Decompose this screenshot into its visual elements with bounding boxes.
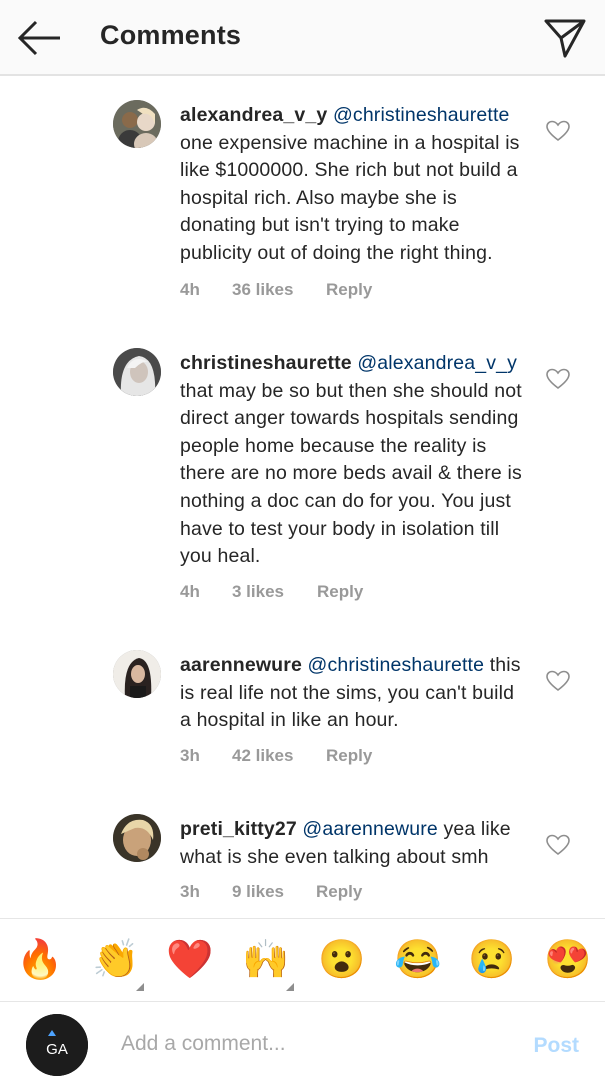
surprised-face-emoji-button[interactable]: 😮 — [318, 937, 365, 983]
user-photo — [113, 100, 161, 148]
avatar[interactable] — [113, 100, 161, 148]
current-user-avatar: GA — [26, 1014, 88, 1076]
comment-body: that may be so but then she should not d… — [180, 379, 522, 568]
tears-of-joy-emoji-button[interactable]: 😂 — [394, 937, 441, 983]
avatar[interactable] — [113, 348, 161, 396]
svg-text:GA: GA — [46, 1041, 68, 1058]
fire-emoji-button[interactable]: 🔥 — [16, 937, 63, 983]
skin-tone-indicator-icon — [286, 983, 294, 991]
comment-mention[interactable]: @christineshaurette — [308, 654, 485, 676]
comment-mention[interactable]: @aarennewure — [302, 818, 437, 840]
red-heart-emoji-button[interactable]: ❤️ — [166, 937, 213, 983]
user-photo — [113, 348, 161, 396]
comment-username[interactable]: alexandrea_v_y — [180, 104, 327, 126]
user-photo — [113, 650, 161, 698]
comment-time: 4h — [180, 280, 200, 299]
post-button[interactable]: Post — [533, 1034, 579, 1058]
comment-likes[interactable]: 36 likes — [232, 280, 293, 300]
comment-mention[interactable]: @christineshaurette — [333, 104, 510, 126]
reply-button[interactable]: Reply — [326, 746, 372, 766]
emoji-reaction-bar: 🔥 👏 ❤️ 🙌 😮 😂 😢 😍 — [0, 918, 605, 1002]
comment-likes[interactable]: 9 likes — [232, 882, 284, 902]
ga-logo-icon: GA — [26, 1014, 88, 1076]
comment-time: 3h — [180, 746, 200, 765]
avatar[interactable] — [113, 814, 161, 862]
skin-tone-indicator-icon — [136, 983, 144, 991]
back-button[interactable] — [16, 18, 64, 58]
paper-plane-icon — [544, 19, 586, 58]
top-bar: Comments — [0, 0, 605, 76]
comment-body: one expensive machine in a hospital is l… — [180, 131, 520, 264]
like-heart-icon[interactable] — [546, 834, 570, 856]
reply-button[interactable]: Reply — [317, 582, 363, 602]
avatar[interactable] — [113, 650, 161, 698]
like-heart-icon[interactable] — [546, 670, 570, 692]
raising-hands-emoji-button[interactable]: 🙌 — [242, 937, 289, 983]
comment-input[interactable]: Add a comment... — [121, 1032, 286, 1056]
comment-likes[interactable]: 3 likes — [232, 582, 284, 602]
reply-button[interactable]: Reply — [316, 882, 362, 902]
comment-time: 4h — [180, 582, 200, 601]
comment-username[interactable]: aarennewure — [180, 654, 302, 676]
direct-message-button[interactable] — [543, 16, 587, 60]
user-photo — [113, 814, 161, 862]
back-arrow-icon — [17, 20, 60, 56]
comment-username[interactable]: christineshaurette — [180, 352, 352, 374]
heart-eyes-emoji-button[interactable]: 😍 — [544, 937, 591, 983]
clapping-hands-emoji-button[interactable]: 👏 — [92, 937, 139, 983]
like-heart-icon[interactable] — [546, 368, 570, 390]
reply-button[interactable]: Reply — [326, 280, 372, 300]
crying-face-emoji-button[interactable]: 😢 — [468, 937, 515, 983]
comment-mention[interactable]: @alexandrea_v_y — [357, 352, 517, 374]
comment-username[interactable]: preti_kitty27 — [180, 818, 297, 840]
like-heart-icon[interactable] — [546, 120, 570, 142]
comment-likes[interactable]: 42 likes — [232, 746, 293, 766]
page-title: Comments — [100, 20, 242, 50]
comment-time: 3h — [180, 882, 200, 901]
comment-compose-bar: GA Add a comment... Post — [0, 1002, 605, 1080]
